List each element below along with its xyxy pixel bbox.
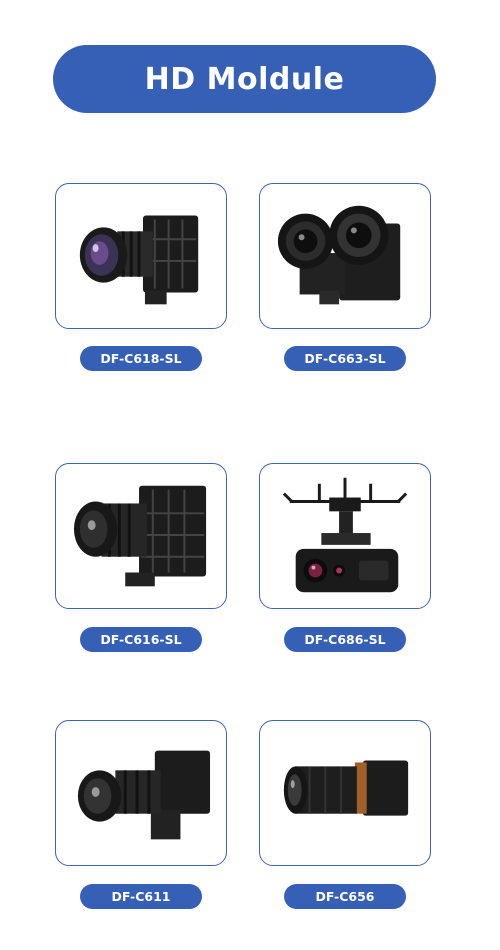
product-label-4: DF-C686-SL: [284, 627, 406, 652]
product-card-5[interactable]: [55, 720, 227, 866]
dual-camera-module-icon: [277, 205, 401, 305]
camera-module-icon: [79, 215, 199, 305]
product-card-1[interactable]: [55, 183, 227, 329]
camera-module-icon: [77, 750, 211, 840]
product-label-5: DF-C611: [80, 884, 202, 909]
page-title-banner: HD Moldule: [53, 45, 436, 113]
gimbal-camera-icon: [282, 477, 408, 593]
product-card-6[interactable]: [259, 720, 431, 866]
cylinder-camera-icon: [283, 760, 409, 816]
product-card-2[interactable]: [259, 183, 431, 329]
product-card-3[interactable]: [55, 463, 227, 609]
camera-module-icon: [73, 485, 207, 587]
product-label-2: DF-C663-SL: [284, 346, 406, 371]
product-label-3: DF-C616-SL: [80, 627, 202, 652]
page-title: HD Moldule: [144, 61, 345, 97]
product-label-1: DF-C618-SL: [80, 346, 202, 371]
product-label-6: DF-C656: [284, 884, 406, 909]
product-card-4[interactable]: [259, 463, 431, 609]
